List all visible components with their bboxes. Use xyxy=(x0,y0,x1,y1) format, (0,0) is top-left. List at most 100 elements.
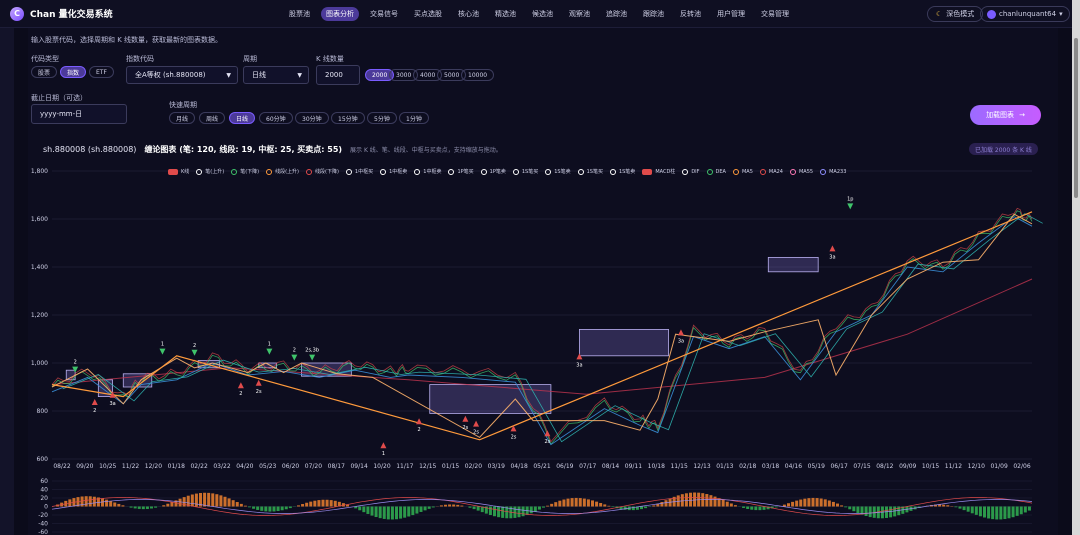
macd-bar xyxy=(725,501,729,507)
legend-item[interactable]: MA5 xyxy=(732,168,753,175)
macd-bar xyxy=(113,502,117,507)
macd-bar xyxy=(827,500,831,507)
macd-bar xyxy=(962,506,966,511)
legend-item[interactable]: MA55 xyxy=(789,168,813,175)
macd-bar xyxy=(411,506,415,516)
x-tick-label: 03/18 xyxy=(762,463,779,470)
legend-item[interactable]: 1中枢卖 xyxy=(414,168,441,175)
macd-bar xyxy=(219,495,223,507)
macd-bar xyxy=(554,502,558,507)
macd-bar xyxy=(562,499,566,507)
x-tick-label: 08/12 xyxy=(876,463,893,470)
x-tick-label: 05/23 xyxy=(259,463,276,470)
macd-bar xyxy=(301,504,305,507)
chan-chart[interactable]: 6008001,0001,2001,4001,6001,80008/22 09/2… xyxy=(0,0,1072,535)
macd-bar xyxy=(864,506,868,517)
x-tick-label: 07/15 xyxy=(853,463,870,470)
y-tick-label: 600 xyxy=(37,456,49,463)
macd-bar xyxy=(133,506,137,509)
x-tick-label: 04/20 xyxy=(236,463,253,470)
legend-item[interactable]: 1S笔买 xyxy=(512,168,538,175)
legend-marker xyxy=(380,168,387,175)
legend-item[interactable]: 1P笔卖 xyxy=(480,168,506,175)
macd-tick-label: -20 xyxy=(38,512,48,519)
x-tick-label: 07/17 xyxy=(579,463,596,470)
legend-item[interactable]: DEA xyxy=(706,168,726,175)
y-tick-label: 1,200 xyxy=(31,312,48,319)
legend-item[interactable]: 1中枢买 xyxy=(345,168,373,175)
legend-item[interactable]: MACD柱 xyxy=(642,168,675,175)
macd-bar xyxy=(566,498,570,507)
x-tick-label: 06/19 xyxy=(556,463,573,470)
legend-item[interactable]: DIF xyxy=(682,168,700,175)
signal-label: 2s xyxy=(511,434,517,440)
macd-bar xyxy=(243,505,247,507)
signal-label: 1 xyxy=(161,342,164,348)
macd-bar xyxy=(374,506,378,518)
legend-item[interactable]: 笔(上升) xyxy=(196,168,224,175)
macd-bar xyxy=(570,498,574,507)
legend-item[interactable]: 线段(上升) xyxy=(266,168,299,175)
legend-item[interactable]: 1中枢卖 xyxy=(380,168,407,175)
scrollbar-thumb[interactable] xyxy=(1074,38,1078,198)
legend-marker xyxy=(480,168,487,175)
macd-bar xyxy=(276,506,280,512)
macd-bar xyxy=(974,506,978,515)
macd-bar xyxy=(644,506,648,509)
macd-bar xyxy=(578,498,582,507)
signal-label: 1 xyxy=(268,342,271,348)
buy-signal-marker xyxy=(380,442,387,449)
macd-bar xyxy=(660,501,664,507)
macd-bar xyxy=(819,498,823,507)
page-scrollbar[interactable] xyxy=(1072,0,1080,535)
macd-bar xyxy=(448,504,452,507)
macd-bar xyxy=(288,506,292,509)
legend-item[interactable]: K线 xyxy=(168,168,189,175)
signal-label: 2 xyxy=(417,427,420,433)
legend-label: DIF xyxy=(691,168,700,175)
legend-item[interactable]: 1S笔卖 xyxy=(545,168,571,175)
macd-bar xyxy=(721,499,725,507)
legend-item[interactable]: 1P笔买 xyxy=(448,168,474,175)
macd-bar xyxy=(840,505,844,507)
x-tick-label: 02/22 xyxy=(190,463,207,470)
legend-item[interactable]: 笔(下降) xyxy=(231,168,259,175)
signal-label: 3a xyxy=(576,362,582,368)
x-tick-label: 05/21 xyxy=(533,463,550,470)
macd-bar xyxy=(444,504,447,507)
legend-label: MACD柱 xyxy=(655,169,676,175)
sell-signal-marker xyxy=(847,203,854,210)
legend-item[interactable]: MA24 xyxy=(759,168,783,175)
macd-bar xyxy=(550,503,554,507)
macd-tick-label: 40 xyxy=(40,487,48,494)
legend-marker xyxy=(196,168,203,175)
macd-bar xyxy=(399,506,403,519)
x-tick-label: 01/15 xyxy=(442,463,459,470)
macd-bar xyxy=(705,494,709,507)
macd-bar xyxy=(268,506,272,512)
legend-label: 1中枢卖 xyxy=(423,169,442,175)
macd-bar xyxy=(729,503,733,507)
legend-item[interactable]: 1S笔卖 xyxy=(609,168,635,175)
signal-label: 3a xyxy=(829,254,835,260)
signal-label: 3a xyxy=(109,401,115,407)
macd-tick-label: 20 xyxy=(40,495,48,502)
legend-item[interactable]: 1S笔买 xyxy=(577,168,603,175)
signal-label: 3a xyxy=(678,338,684,344)
macd-bar xyxy=(468,506,472,508)
macd-bar xyxy=(419,506,423,512)
macd-bar xyxy=(162,505,166,507)
macd-bar xyxy=(194,493,198,507)
buy-signal-marker xyxy=(237,382,244,389)
macd-bar xyxy=(472,506,476,510)
legend-item[interactable]: MA233 xyxy=(820,168,846,175)
macd-bar xyxy=(836,503,839,507)
legend-marker xyxy=(577,168,584,175)
macd-bar xyxy=(942,504,946,507)
legend-marker xyxy=(789,168,796,175)
legend-marker xyxy=(448,168,455,175)
macd-bar xyxy=(137,506,141,509)
legend-item[interactable]: 线段(下降) xyxy=(306,168,339,175)
macd-bar xyxy=(223,496,227,507)
macd-bar xyxy=(517,506,521,518)
